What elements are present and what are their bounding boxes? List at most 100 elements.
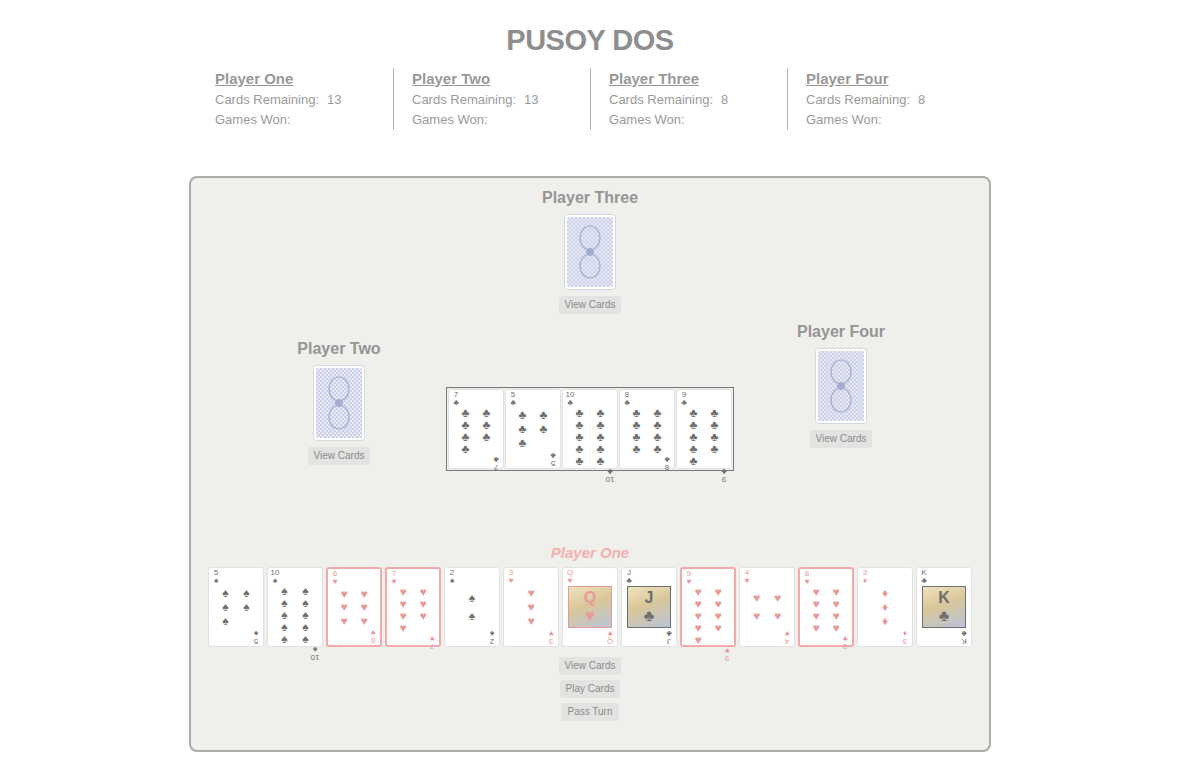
face-art: J♣ <box>627 586 671 628</box>
playing-card[interactable]: 10♠♠♠♠♠♠♠♠♠♠♠10♠ <box>267 567 323 647</box>
suit-pip: ♠ <box>302 609 308 621</box>
card-corner: 4♥ <box>742 569 752 585</box>
pip-area: ♥♥♥♥♥♥♥♥ <box>802 586 850 634</box>
card-corner: 8♥ <box>840 634 850 650</box>
suit-pip: ♥ <box>753 610 760 622</box>
player-link[interactable]: Player Four <box>806 68 976 90</box>
playing-card[interactable]: 5♠♠♠♠♠♠5♠ <box>208 567 264 647</box>
suit-pip: ♣ <box>633 431 641 443</box>
action-button[interactable]: Pass Turn <box>561 703 618 721</box>
card-corner: 10♠ <box>270 569 280 585</box>
game-title: PUSOY DOS <box>506 20 673 60</box>
suit-pip: ♥ <box>340 588 347 600</box>
card-corner: 7♣ <box>451 391 461 407</box>
middle-row: Player TwoView Cards7♣♣♣♣♣♣♣♣7♣5♣♣♣♣♣♣5♣… <box>239 322 941 471</box>
card-corner: 9♥ <box>684 570 694 586</box>
playing-card[interactable]: 3♦♦♦♦3♦ <box>857 567 913 647</box>
suit-pip: ♣ <box>597 431 605 443</box>
action-button[interactable]: View Cards <box>559 657 622 675</box>
suit-pip: ♠ <box>302 597 308 609</box>
suit-pip: ♥ <box>399 598 406 610</box>
action-button[interactable]: Play Cards <box>560 680 621 698</box>
suit-pip: ♣ <box>597 419 605 431</box>
pip-area: ♥♥♥ <box>506 585 556 629</box>
playing-card[interactable]: Q♥Q♥Q♥ <box>562 567 618 647</box>
suit-pip: ♠ <box>469 592 475 604</box>
playing-card[interactable]: J♣J♣J♣ <box>621 567 677 647</box>
playing-card[interactable]: 3♥♥♥♥3♥ <box>503 567 559 647</box>
suit-pip: ♣ <box>519 423 527 435</box>
suit-pip: ♣ <box>576 407 584 419</box>
suit-pip: ♣ <box>576 455 584 467</box>
suit-pip: ♣ <box>633 443 641 455</box>
player-link[interactable]: Player Two <box>412 68 582 90</box>
suit-pip: ♣ <box>462 419 470 431</box>
card-corner: 10♠ <box>310 645 320 661</box>
suit-pip: ♣ <box>483 407 491 419</box>
suit-pip: ♣ <box>633 419 641 431</box>
card-corner: 8♣ <box>622 391 632 407</box>
suit-pip: ♣ <box>462 431 470 443</box>
suit-pip: ♦ <box>882 615 888 627</box>
score-column: Player OneCards Remaining:13Games Won: <box>196 68 393 130</box>
suit-pip: ♥ <box>714 610 721 622</box>
suit-pip: ♣ <box>540 423 548 435</box>
suit-pip: ♥ <box>360 615 367 627</box>
playing-card[interactable]: 4♥♥♥♥♥4♥ <box>739 567 795 647</box>
card-back-icon <box>313 365 365 441</box>
playing-card[interactable]: 9♥♥♥♥♥♥♥♥♥♥9♥ <box>680 567 736 647</box>
view-cards-button[interactable]: View Cards <box>810 430 873 448</box>
suit-pip: ♣ <box>576 431 584 443</box>
player-link[interactable]: Player One <box>215 68 385 90</box>
suit-pip: ♥ <box>812 610 819 622</box>
suit-pip: ♣ <box>597 455 605 467</box>
playing-card[interactable]: 7♣♣♣♣♣♣♣♣7♣ <box>448 389 504 469</box>
suit-pip: ♠ <box>281 633 287 645</box>
playing-card[interactable]: 10♣♣♣♣♣♣♣♣♣♣♣10♣ <box>562 389 618 469</box>
scoreboard: Player OneCards Remaining:13Games Won:Pl… <box>196 68 984 130</box>
suit-pip: ♦ <box>882 601 888 613</box>
suit-pip: ♥ <box>694 610 701 622</box>
card-corner: 9♥ <box>722 646 732 662</box>
card-corner: K♣ <box>959 629 969 645</box>
player-name: Player Two <box>297 339 380 359</box>
playing-card[interactable]: K♣K♣K♣ <box>916 567 972 647</box>
suit-pip: ♣ <box>711 443 719 455</box>
playing-card[interactable]: 7♥♥♥♥♥♥♥♥7♥ <box>385 567 441 647</box>
playing-card[interactable]: 9♣♣♣♣♣♣♣♣♣♣9♣ <box>676 389 732 469</box>
view-cards-button[interactable]: View Cards <box>559 296 622 314</box>
suit-pip: ♣ <box>690 455 698 467</box>
playing-card[interactable]: 8♥♥♥♥♥♥♥♥♥8♥ <box>798 567 854 647</box>
playing-card[interactable]: 6♥♥♥♥♥♥♥6♥ <box>326 567 382 647</box>
suit-pip: ♠ <box>243 601 249 613</box>
games-won: Games Won: <box>215 110 385 130</box>
games-won: Games Won: <box>609 110 779 130</box>
suit-pip: ♥ <box>832 610 839 622</box>
playing-card[interactable]: 2♠♠♠2♠ <box>444 567 500 647</box>
playing-card[interactable]: 8♣♣♣♣♣♣♣♣♣8♣ <box>619 389 675 469</box>
suit-pip: ♥ <box>527 615 534 627</box>
pip-area: ♥♥♥♥ <box>742 585 792 629</box>
suit-pip: ♥ <box>714 598 721 610</box>
view-cards-button[interactable]: View Cards <box>308 447 371 465</box>
suit-pip: ♥ <box>694 586 701 598</box>
card-corner: J♣ <box>624 569 634 585</box>
card-back-icon <box>564 214 616 290</box>
pip-area: ♥♥♥♥♥♥ <box>330 586 378 628</box>
suit-pip: ♠ <box>222 587 228 599</box>
suit-pip: ♠ <box>243 587 249 599</box>
opponent-seat: Player ThreeView Cards <box>490 188 690 314</box>
suit-pip: ♥ <box>812 598 819 610</box>
suit-pip: ♣ <box>519 409 527 421</box>
card-corner: 3♥ <box>546 629 556 645</box>
card-corner: 7♥ <box>389 570 399 586</box>
player-link[interactable]: Player Three <box>609 68 779 90</box>
suit-pip: ♠ <box>302 585 308 597</box>
pip-area: ♦♦♦ <box>860 585 910 629</box>
suit-pip: ♥ <box>360 601 367 613</box>
playing-card[interactable]: 5♣♣♣♣♣♣5♣ <box>505 389 561 469</box>
suit-pip: ♣ <box>654 419 662 431</box>
card-corner: J♣ <box>664 629 674 645</box>
suit-pip: ♥ <box>527 601 534 613</box>
suit-pip: ♣ <box>576 443 584 455</box>
